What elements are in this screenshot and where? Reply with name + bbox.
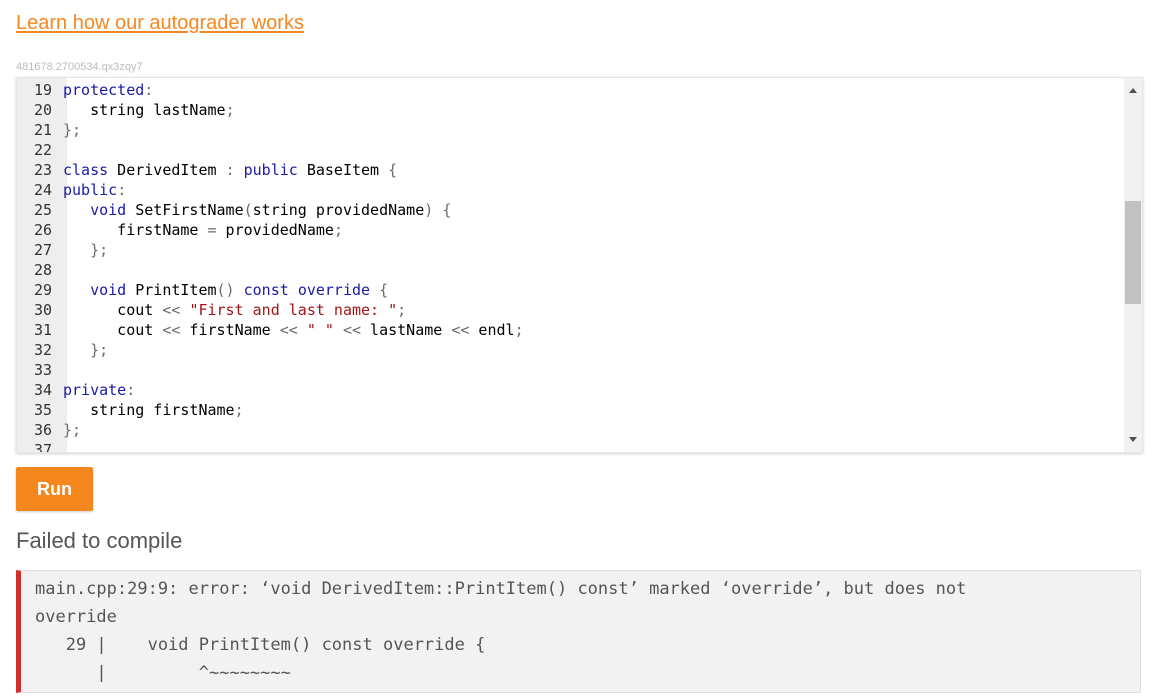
- line-number: 19: [33, 81, 52, 99]
- code-text[interactable]: void SetFirstName(string providedName) {: [63, 200, 451, 220]
- code-line[interactable]: 20 string lastName;: [17, 100, 1122, 120]
- code-line[interactable]: 22: [17, 140, 1122, 160]
- code-text[interactable]: protected:: [63, 80, 153, 100]
- code-text[interactable]: };: [63, 240, 108, 260]
- code-line[interactable]: 35 string firstName;: [17, 400, 1122, 420]
- code-line[interactable]: 32 };: [17, 340, 1122, 360]
- line-number: 35: [33, 401, 52, 419]
- code-line[interactable]: 33: [17, 360, 1122, 380]
- code-line[interactable]: 23 class DerivedItem : public BaseItem {: [17, 160, 1122, 180]
- line-number: 34: [33, 381, 52, 399]
- scroll-down-arrow-icon[interactable]: [1129, 437, 1137, 442]
- output-line: 29 | void PrintItem() const override {: [35, 635, 486, 655]
- compile-status: Failed to compile: [16, 528, 183, 553]
- code-text[interactable]: cout << "First and last name: ";: [63, 300, 406, 320]
- code-text[interactable]: };: [63, 120, 81, 140]
- line-number: 31: [33, 321, 52, 339]
- line-number: 36: [33, 421, 52, 439]
- compiler-output: main.cpp:29:9: error: ‘void DerivedItem:…: [16, 570, 1141, 693]
- code-line[interactable]: 26 firstName = providedName;: [17, 220, 1122, 240]
- line-number: 26: [33, 221, 52, 239]
- code-editor[interactable]: 19 protected: 20 string lastName; 21}; 22 23 c…: [16, 77, 1143, 453]
- scrollbar-thumb[interactable]: [1125, 201, 1141, 304]
- code-line[interactable]: 21};: [17, 120, 1122, 140]
- code-lines[interactable]: 19 protected: 20 string lastName; 21}; 22 23 c…: [17, 80, 1122, 453]
- output-line: main.cpp:29:9: error: ‘void DerivedItem:…: [35, 579, 967, 599]
- line-number: 32: [33, 341, 52, 359]
- line-number: 27: [33, 241, 52, 259]
- autograder-help-link[interactable]: Learn how our autograder works: [16, 12, 304, 35]
- line-number: 22: [33, 141, 52, 159]
- line-number: 33: [33, 361, 52, 379]
- code-line[interactable]: 25 void SetFirstName(string providedName…: [17, 200, 1122, 220]
- line-number: 29: [33, 281, 52, 299]
- line-number: 24: [33, 181, 52, 199]
- line-number: 37: [33, 441, 52, 453]
- line-number: 25: [33, 201, 52, 219]
- code-text[interactable]: string firstName;: [63, 400, 244, 420]
- code-text[interactable]: void PrintItem() const override {: [63, 280, 388, 300]
- run-button[interactable]: Run: [16, 467, 93, 511]
- code-text[interactable]: cout << firstName << " " << lastName << …: [63, 320, 523, 340]
- line-number: 30: [33, 301, 52, 319]
- code-text[interactable]: public:: [63, 180, 126, 200]
- code-line[interactable]: 37: [17, 440, 1122, 453]
- code-line[interactable]: 28: [17, 260, 1122, 280]
- code-line[interactable]: 29 void PrintItem() const override {: [17, 280, 1122, 300]
- code-line[interactable]: 34 private:: [17, 380, 1122, 400]
- code-text[interactable]: private:: [63, 380, 135, 400]
- line-number: 28: [33, 261, 52, 279]
- output-line: | ^~~~~~~~~: [35, 663, 291, 683]
- code-line[interactable]: 30 cout << "First and last name: ";: [17, 300, 1122, 320]
- code-line[interactable]: 36};: [17, 420, 1122, 440]
- code-text[interactable]: firstName = providedName;: [63, 220, 343, 240]
- code-line[interactable]: 19 protected:: [17, 80, 1122, 100]
- code-text[interactable]: string lastName;: [63, 100, 235, 120]
- line-number: 21: [33, 121, 52, 139]
- code-line[interactable]: 24 public:: [17, 180, 1122, 200]
- line-number: 23: [33, 161, 52, 179]
- code-text[interactable]: class DerivedItem : public BaseItem {: [63, 160, 397, 180]
- scroll-up-arrow-icon[interactable]: [1129, 88, 1137, 93]
- code-line[interactable]: 31 cout << firstName << " " << lastName …: [17, 320, 1122, 340]
- output-line: override: [35, 607, 117, 627]
- line-number: 20: [33, 101, 52, 119]
- editor-scrollbar[interactable]: [1124, 78, 1142, 452]
- code-text[interactable]: };: [63, 420, 81, 440]
- code-text[interactable]: };: [63, 340, 108, 360]
- code-line[interactable]: 27 };: [17, 240, 1122, 260]
- code-identifier: 481678.2700534.qx3zqy7: [16, 61, 143, 73]
